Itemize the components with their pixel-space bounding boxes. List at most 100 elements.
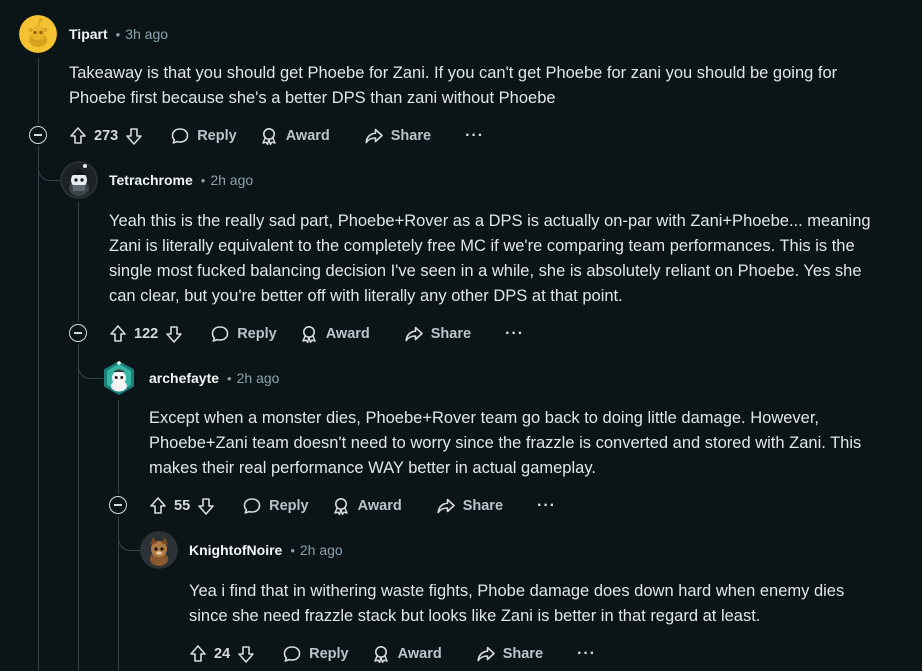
comment-header: Tetrachrome • 2h ago [109, 169, 253, 191]
snoo-avatar-icon [60, 161, 98, 199]
comment-action-bar: 55 Reply Award Share ··· [148, 490, 556, 522]
share-button[interactable]: Share [476, 644, 543, 664]
vote-group: 55 [148, 496, 216, 516]
share-button[interactable]: Share [364, 126, 431, 146]
speech-bubble-icon [243, 498, 261, 514]
award-ribbon-icon [373, 646, 388, 664]
comment-line: Except when a monster dies, Phoebe+Rover… [149, 409, 820, 427]
timestamp[interactable]: 3h ago [125, 26, 168, 42]
separator-dot: • [290, 542, 295, 558]
thread-line-tetrachrome-lower[interactable] [78, 345, 79, 671]
comment-line: Phoebe+Zani team doesn't need to worry s… [149, 434, 862, 452]
downvote-arrow-icon[interactable] [124, 126, 144, 146]
collapse-button[interactable] [29, 126, 47, 144]
thread-line-archefayte[interactable] [118, 400, 119, 494]
more-options-button[interactable]: ··· [465, 127, 484, 145]
comment-line: makes their real performance WAY better … [149, 459, 596, 477]
upvote-arrow-icon[interactable] [68, 126, 88, 146]
vote-count: 273 [94, 128, 119, 144]
speech-bubble-icon [283, 646, 301, 662]
author-name[interactable]: Tipart [69, 26, 108, 42]
comment-action-bar: 122 Reply Award Share ··· [108, 318, 524, 350]
timestamp[interactable]: 2h ago [237, 370, 280, 386]
separator-dot: • [227, 370, 232, 386]
vote-group: 24 [188, 644, 256, 664]
author-name[interactable]: archefayte [149, 370, 219, 386]
reply-button[interactable]: Reply [170, 126, 237, 146]
vote-count: 55 [174, 498, 191, 514]
downvote-arrow-icon[interactable] [164, 324, 184, 344]
comment-action-bar: 24 Reply Award Share ··· [188, 638, 596, 670]
reply-label: Reply [197, 128, 237, 144]
snoo-avatar-icon [104, 361, 134, 395]
comment-line: single most fucked balancing decision I'… [109, 262, 862, 280]
share-label: Share [502, 646, 544, 662]
comment-body: Yea i find that in withering waste fight… [189, 579, 844, 629]
avatar[interactable] [140, 531, 178, 569]
reply-button[interactable]: Reply [282, 644, 349, 664]
comment-line: Yea i find that in withering waste fight… [189, 582, 845, 600]
upvote-arrow-icon[interactable] [108, 324, 128, 344]
speech-bubble-icon [211, 326, 229, 342]
share-button[interactable]: Share [436, 496, 503, 516]
share-label: Share [430, 326, 472, 342]
avatar[interactable] [100, 359, 138, 397]
award-button[interactable]: Award [331, 496, 402, 516]
downvote-arrow-icon[interactable] [196, 496, 216, 516]
timestamp[interactable]: 2h ago [300, 542, 343, 558]
snoo-avatar-icon [19, 15, 57, 53]
more-options-button[interactable]: ··· [577, 645, 596, 663]
more-options-button[interactable]: ··· [537, 497, 556, 515]
author-name[interactable]: Tetrachrome [109, 172, 193, 188]
share-arrow-icon [405, 326, 423, 342]
award-label: Award [357, 498, 402, 514]
thread-connector [78, 344, 103, 379]
award-button[interactable]: Award [299, 324, 370, 344]
award-label: Award [397, 646, 442, 662]
avatar[interactable] [19, 15, 57, 53]
thread-line-tetrachrome[interactable] [78, 202, 79, 322]
comment-header: KnightofNoire • 2h ago [189, 539, 343, 561]
reply-label: Reply [237, 326, 277, 342]
collapse-button[interactable] [69, 324, 87, 342]
thread-line-tipart-lower[interactable] [38, 147, 39, 671]
share-button[interactable]: Share [404, 324, 471, 344]
comment-line: Phoebe first because she's a better DPS … [69, 89, 556, 107]
reply-label: Reply [309, 646, 349, 662]
share-arrow-icon [365, 128, 383, 144]
comment-body: Yeah this is the really sad part, Phoebe… [109, 209, 871, 309]
award-ribbon-icon [301, 326, 316, 344]
reply-button[interactable]: Reply [210, 324, 277, 344]
comment-header: archefayte • 2h ago [149, 367, 279, 389]
timestamp[interactable]: 2h ago [210, 172, 253, 188]
share-arrow-icon [437, 498, 455, 514]
reply-button[interactable]: Reply [242, 496, 309, 516]
share-label: Share [390, 128, 432, 144]
award-button[interactable]: Award [259, 126, 330, 146]
avatar[interactable] [60, 161, 98, 199]
share-label: Share [462, 498, 504, 514]
comment-action-bar: 273 Reply Award Share ··· [68, 120, 484, 152]
comment-header: Tipart • 3h ago [69, 23, 168, 45]
more-options-button[interactable]: ··· [505, 325, 524, 343]
author-name[interactable]: KnightofNoire [189, 542, 282, 558]
award-ribbon-icon [333, 498, 348, 516]
vote-count: 24 [214, 646, 231, 662]
award-ribbon-icon [261, 128, 276, 146]
separator-dot: • [115, 26, 121, 42]
vote-count: 122 [134, 326, 159, 342]
snoo-avatar-icon [140, 531, 178, 569]
upvote-arrow-icon[interactable] [188, 644, 208, 664]
upvote-arrow-icon[interactable] [148, 496, 168, 516]
comment-line: since she need frazzle stack but looks l… [189, 607, 761, 625]
award-button[interactable]: Award [371, 644, 442, 664]
collapse-button[interactable] [109, 496, 127, 514]
comment-line: Zani is literally equivalent to the comp… [109, 237, 855, 255]
comment-body: Except when a monster dies, Phoebe+Rover… [149, 406, 861, 481]
thread-connector [38, 146, 63, 181]
thread-line-tipart[interactable] [38, 58, 39, 124]
award-label: Award [285, 128, 330, 144]
downvote-arrow-icon[interactable] [236, 644, 256, 664]
award-label: Award [325, 326, 370, 342]
reply-label: Reply [269, 498, 309, 514]
